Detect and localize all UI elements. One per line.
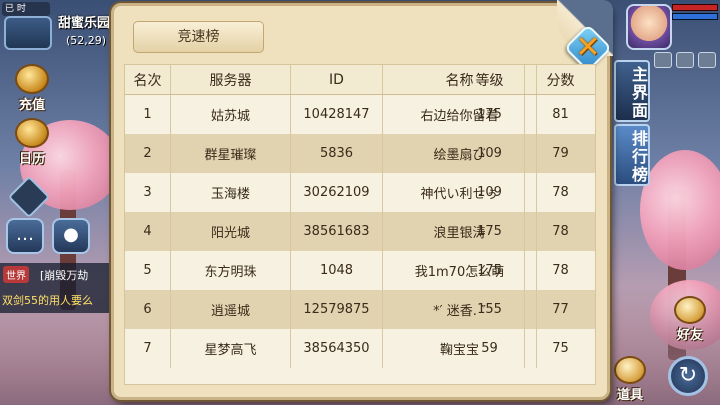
server-cell: 东方明珠 <box>171 251 291 290</box>
level-cell: 59 <box>455 329 525 368</box>
column-header-id: ID <box>291 65 383 94</box>
ranking-table: 名次 服务器 ID 名称 等级 分数 1 姑苏城 10428147 右边给你留着 175 81 2 群星… <box>124 64 596 385</box>
server-cell: 阳光城 <box>171 212 291 251</box>
calendar-label: 日历 <box>18 152 45 167</box>
player-avatar[interactable] <box>626 4 672 50</box>
score-cell: 79 <box>525 134 595 173</box>
location-hud: 已 时 甜蜜乐园 (52,29) <box>0 0 112 54</box>
tab-ranking[interactable]: 排行榜 <box>614 124 650 186</box>
id-cell: 12579875 <box>291 290 383 329</box>
chat-message: 双剑55的用人要么 <box>2 294 93 307</box>
score-cell: 78 <box>525 212 595 251</box>
table-row[interactable] <box>125 368 595 384</box>
table-row[interactable]: 2 群星璀璨 5836 绘墨扇び 109 79 <box>125 134 595 173</box>
treasure-chest-icon <box>15 64 49 94</box>
table-row[interactable]: 7 星梦高飞 38564350 鞠宝宝 59 75 <box>125 329 595 368</box>
table-row[interactable]: 6 逍遥城 12579875 *′ 迷香. ″ 155 77 <box>125 290 595 329</box>
id-cell: 5836 <box>291 134 383 173</box>
chat-channel-tag: 世界 <box>3 266 29 283</box>
rank-cell: 1 <box>125 95 171 134</box>
column-header-level: 等级 <box>455 65 525 94</box>
close-icon[interactable]: ✕ <box>571 31 605 65</box>
minimap-icon[interactable] <box>4 16 52 50</box>
map-coords: (52,29) <box>66 34 107 47</box>
table-header: 名次 服务器 ID 名称 等级 分数 <box>125 65 595 95</box>
rank-cell: 3 <box>125 173 171 212</box>
game-time: 已 时 <box>2 2 50 16</box>
server-cell: 姑苏城 <box>171 95 291 134</box>
tab-speed-ranking[interactable]: 竞速榜 <box>133 21 264 53</box>
recharge-label: 充值 <box>18 98 45 113</box>
column-header-server: 服务器 <box>171 65 291 94</box>
hp-bar <box>672 4 718 11</box>
status-effect-icon[interactable] <box>654 52 672 68</box>
score-cell: 77 <box>525 290 595 329</box>
tab-main-screen[interactable]: 主界面 <box>614 60 650 122</box>
level-cell: 109 <box>455 134 525 173</box>
score-cell: 78 <box>525 251 595 290</box>
calendar-button[interactable]: 日历 <box>6 118 58 170</box>
score-cell: 81 <box>525 95 595 134</box>
status-effect-icon[interactable] <box>698 52 716 68</box>
rank-cell: 2 <box>125 134 171 173</box>
bag-icon <box>614 356 646 384</box>
table-row[interactable]: 3 玉海楼 30262109 神代い利せぅ 109 78 <box>125 173 595 212</box>
score-cell: 75 <box>525 329 595 368</box>
level-cell: 175 <box>455 95 525 134</box>
level-cell: 175 <box>455 212 525 251</box>
level-cell: 175 <box>455 251 525 290</box>
table-row[interactable]: 1 姑苏城 10428147 右边给你留着 175 81 <box>125 95 595 134</box>
map-name: 甜蜜乐园 <box>58 16 111 31</box>
friends-button[interactable]: 好友 <box>670 296 710 343</box>
server-cell: 星梦高飞 <box>171 329 291 368</box>
column-header-rank: 名次 <box>125 65 171 94</box>
id-cell: 30262109 <box>291 173 383 212</box>
rank-cell: 6 <box>125 290 171 329</box>
calendar-icon <box>15 118 49 148</box>
mp-bar <box>672 13 718 20</box>
items-label: 道具 <box>616 388 643 403</box>
blossom-tree <box>640 150 720 270</box>
refresh-icon[interactable]: ↻ <box>668 356 708 396</box>
score-cell: 78 <box>525 173 595 212</box>
id-cell: 1048 <box>291 251 383 290</box>
handshake-icon <box>674 296 706 324</box>
server-cell: 群星璀璨 <box>171 134 291 173</box>
recharge-button[interactable]: 充值 <box>6 64 58 116</box>
friends-label: 好友 <box>676 328 703 343</box>
level-cell: 155 <box>455 290 525 329</box>
level-cell: 109 <box>455 173 525 212</box>
table-row[interactable]: 4 阳光城 38561683 浪里银涛 175 78 <box>125 212 595 251</box>
id-cell: 38561683 <box>291 212 383 251</box>
rank-cell: 7 <box>125 329 171 368</box>
table-row[interactable]: 5 东方明珠 1048 我1m70怎么萌 175 78 <box>125 251 595 290</box>
id-cell: 38564350 <box>291 329 383 368</box>
chat-bubble-icon[interactable]: … <box>6 218 44 254</box>
status-effect-icon[interactable] <box>676 52 694 68</box>
server-cell: 玉海楼 <box>171 173 291 212</box>
column-header-score: 分数 <box>525 65 595 94</box>
server-cell: 逍遥城 <box>171 290 291 329</box>
chat-message: [崩毁万劫 <box>40 269 89 282</box>
items-button[interactable]: 道具 <box>610 356 650 403</box>
rank-cell: 4 <box>125 212 171 251</box>
microphone-icon[interactable]: ● <box>52 218 90 254</box>
id-cell: 10428147 <box>291 95 383 134</box>
rank-cell: 5 <box>125 251 171 290</box>
